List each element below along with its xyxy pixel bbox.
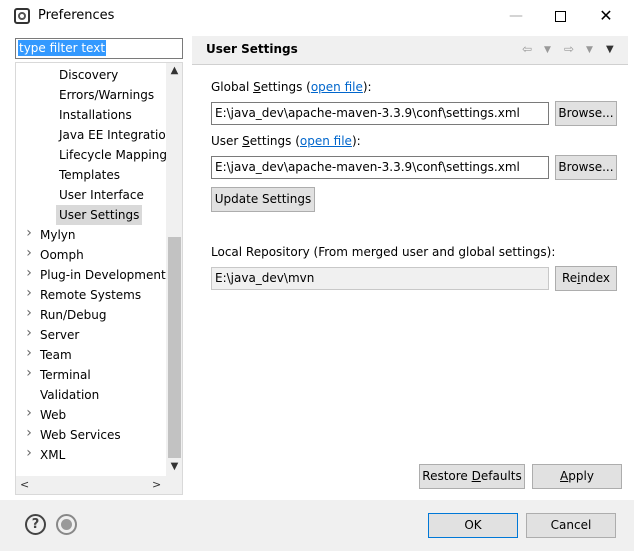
global-settings-label-prefix: Global xyxy=(211,80,254,94)
scroll-corner xyxy=(166,476,182,494)
expand-chevron-icon[interactable]: › xyxy=(24,425,34,445)
expand-chevron-icon[interactable]: › xyxy=(24,225,34,245)
scroll-left-icon[interactable]: < xyxy=(20,478,29,491)
tree-item[interactable]: Templates xyxy=(59,165,120,185)
page-header: User Settings ⇦ ▼ ⇨ ▼ ▼ xyxy=(192,36,628,64)
eclipse-app-icon xyxy=(14,8,30,24)
tree-item[interactable]: Validation xyxy=(40,385,99,405)
tree-item[interactable]: Web xyxy=(40,405,66,425)
header-separator xyxy=(192,64,628,65)
view-menu-icon[interactable]: ▼ xyxy=(606,44,614,55)
tree-item[interactable]: Errors/Warnings xyxy=(59,85,154,105)
back-arrow-icon[interactable]: ⇦ xyxy=(522,42,532,56)
tree-item[interactable]: Discovery xyxy=(59,65,118,85)
restore-defaults-label-mnemonic: D xyxy=(471,469,481,483)
global-settings-label-suffix: ): xyxy=(362,80,372,94)
back-dropdown-icon[interactable]: ▼ xyxy=(544,45,551,55)
expand-chevron-icon[interactable]: › xyxy=(24,325,34,345)
scroll-right-icon[interactable]: > xyxy=(152,478,161,491)
user-browse-button[interactable]: Browse... xyxy=(555,155,617,180)
user-settings-field[interactable]: E:\java_dev\apache-maven-3.3.9\conf\sett… xyxy=(211,156,549,179)
scroll-down-icon[interactable]: ▼ xyxy=(166,461,182,472)
ok-button[interactable]: OK xyxy=(428,513,518,538)
expand-chevron-icon[interactable]: › xyxy=(24,245,34,265)
reindex-label-prefix: Re xyxy=(561,271,578,285)
maximize-icon xyxy=(554,10,566,22)
forward-arrow-icon[interactable]: ⇨ xyxy=(564,42,574,56)
tree-scroll-thumb[interactable] xyxy=(168,237,181,458)
tree-item[interactable]: Installations xyxy=(59,105,132,125)
global-settings-field[interactable]: E:\java_dev\apache-maven-3.3.9\conf\sett… xyxy=(211,102,549,125)
page-title: User Settings xyxy=(206,42,298,56)
apply-label-rest: pply xyxy=(568,469,594,483)
tree-item[interactable]: Terminal xyxy=(40,365,91,385)
tree-item[interactable]: Run/Debug xyxy=(40,305,107,325)
tree-item[interactable]: Mylyn xyxy=(40,225,76,245)
tree-item[interactable]: Oomph xyxy=(40,245,84,265)
filter-input-text: type filter text xyxy=(18,40,107,56)
expand-chevron-icon[interactable]: › xyxy=(24,405,34,425)
maximize-button[interactable] xyxy=(540,3,580,29)
help-icon[interactable]: ? xyxy=(25,514,46,535)
update-settings-button[interactable]: Update Settings xyxy=(211,187,315,212)
user-settings-label: User Settings (open file): xyxy=(211,134,361,148)
tree-item[interactable]: Remote Systems xyxy=(40,285,141,305)
expand-chevron-icon[interactable]: › xyxy=(24,445,34,465)
scroll-up-icon[interactable]: ▲ xyxy=(166,65,182,76)
expand-chevron-icon[interactable]: › xyxy=(24,285,34,305)
preference-tree[interactable]: Discovery Errors/Warnings Installations Jav… xyxy=(15,62,183,495)
user-open-file-link[interactable]: open file xyxy=(300,134,352,148)
restore-defaults-button[interactable]: Restore Defaults xyxy=(419,464,525,489)
tree-item[interactable]: Lifecycle Mapping xyxy=(59,145,167,165)
local-repository-label: Local Repository (From merged user and g… xyxy=(211,245,556,259)
global-settings-label-rest: ettings ( xyxy=(260,80,311,94)
reindex-button[interactable]: Reindex xyxy=(555,266,617,291)
restore-defaults-label-suffix: efaults xyxy=(480,469,522,483)
tree-item[interactable]: XML xyxy=(40,445,65,465)
tree-vertical-scrollbar[interactable]: ▲ ▼ xyxy=(166,63,182,476)
tree-item[interactable]: Plug-in Development xyxy=(40,265,166,285)
expand-chevron-icon[interactable]: › xyxy=(24,345,34,365)
tree-item[interactable]: Server xyxy=(40,325,79,345)
tree-item[interactable]: Web Services xyxy=(40,425,121,445)
global-browse-button[interactable]: Browse... xyxy=(555,101,617,126)
dialog-button-bar: ? OK Cancel xyxy=(0,500,634,551)
tree-item[interactable]: User Settings xyxy=(56,205,143,225)
expand-chevron-icon[interactable]: › xyxy=(24,365,34,385)
user-settings-label-rest: ettings ( xyxy=(249,134,300,148)
tree-item[interactable]: User Interface xyxy=(59,185,144,205)
expand-chevron-icon[interactable]: › xyxy=(24,265,34,285)
user-settings-label-suffix: ): xyxy=(351,134,361,148)
user-settings-label-mnemonic: S xyxy=(242,134,250,148)
window-title: Preferences xyxy=(38,8,115,23)
filter-input[interactable]: type filter text xyxy=(15,38,183,59)
title-bar: Preferences — ✕ xyxy=(0,0,634,32)
tree-item[interactable]: Team xyxy=(40,345,72,365)
expand-chevron-icon[interactable]: › xyxy=(24,305,34,325)
global-settings-label: Global Settings (open file): xyxy=(211,80,372,94)
tree-item[interactable]: Java EE Integration xyxy=(59,125,173,145)
restore-defaults-label-prefix: Restore xyxy=(422,469,472,483)
global-open-file-link[interactable]: open file xyxy=(311,80,363,94)
tree-horizontal-scrollbar[interactable]: < > xyxy=(16,476,166,494)
minimize-button[interactable]: — xyxy=(496,3,536,29)
apply-button[interactable]: Apply xyxy=(532,464,622,489)
global-settings-label-mnemonic: S xyxy=(253,80,261,94)
cancel-button[interactable]: Cancel xyxy=(526,513,616,538)
record-macro-icon[interactable] xyxy=(56,514,77,535)
reindex-label-suffix: ndex xyxy=(580,271,611,285)
user-settings-label-prefix: User xyxy=(211,134,243,148)
local-repository-field: E:\java_dev\mvn xyxy=(211,267,549,290)
close-button[interactable]: ✕ xyxy=(586,3,626,29)
forward-dropdown-icon[interactable]: ▼ xyxy=(586,45,593,55)
